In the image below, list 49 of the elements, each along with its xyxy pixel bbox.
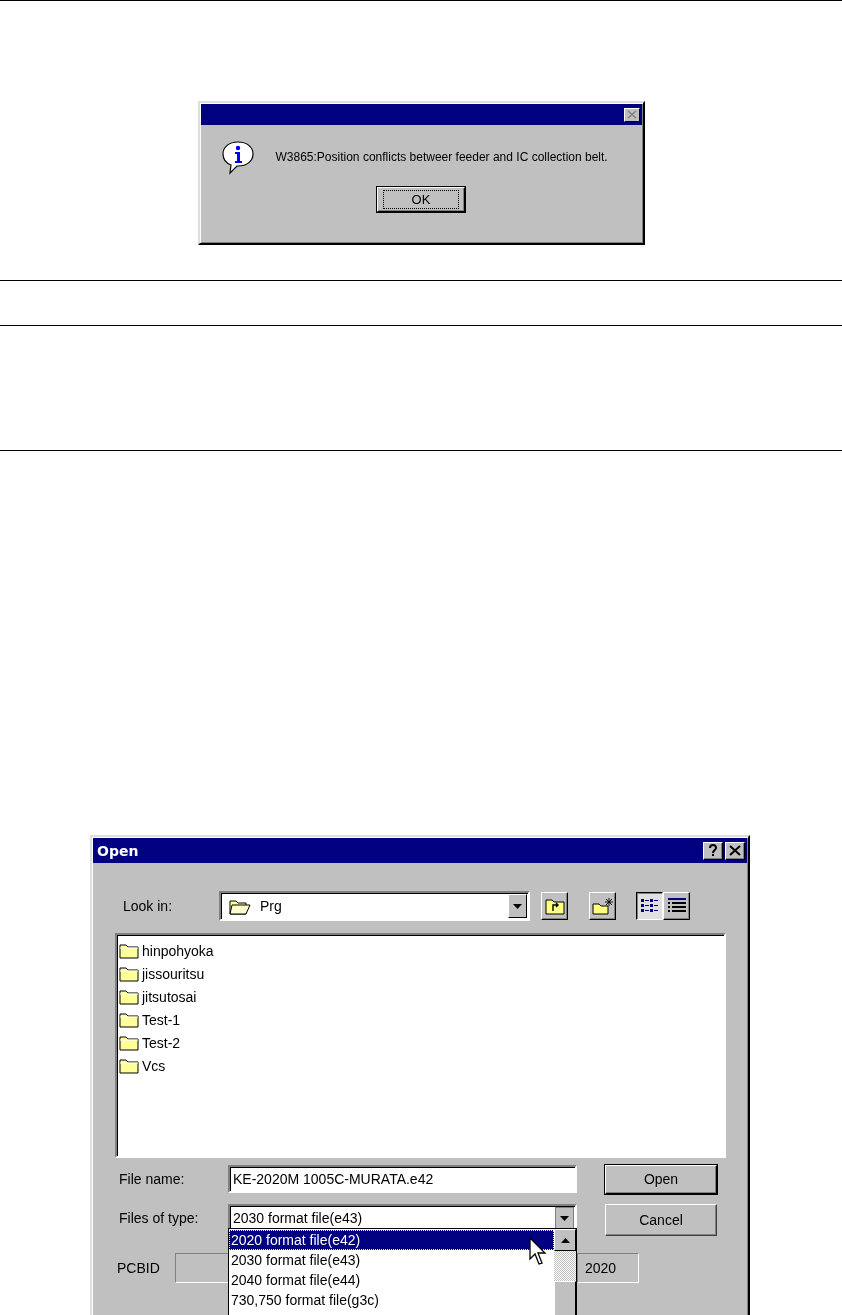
dropdown-option[interactable]: 730,750 format file(g3c)	[229, 1290, 554, 1310]
value-field: 2020	[577, 1253, 639, 1283]
folder-name[interactable]: Vcs	[142, 1057, 166, 1074]
folder-name[interactable]: hinpohyoka	[142, 942, 214, 959]
close-button[interactable]	[725, 841, 745, 860]
look-in-label: Look in:	[123, 898, 174, 914]
folder-icon	[119, 988, 139, 1005]
folder-icon	[119, 1034, 139, 1051]
details-view-button[interactable]	[663, 892, 690, 920]
look-in-dropdown[interactable]: Prg	[219, 891, 530, 921]
file-name-label: File name:	[119, 1171, 186, 1187]
details-view-icon	[667, 898, 686, 914]
help-button[interactable]	[703, 841, 723, 860]
up-folder-icon	[544, 897, 565, 915]
help-icon	[708, 844, 718, 857]
open-button[interactable]: Open	[605, 1164, 717, 1194]
message-text: W3865:Position conflicts betweer feeder and IC collection belt.	[275, 150, 608, 164]
dropdown-option[interactable]: 2030 format file(e43)	[229, 1250, 554, 1270]
folder-name[interactable]: Test-1	[142, 1011, 181, 1028]
window-title: Open	[97, 842, 139, 859]
up-arrow-icon	[560, 1237, 570, 1243]
folder-icon	[229, 897, 251, 915]
list-view-icon	[640, 898, 659, 914]
pcbid-label: PCBID	[117, 1260, 161, 1276]
folder-icon	[119, 1011, 139, 1028]
combo-value: Prg	[259, 898, 283, 914]
close-icon	[626, 110, 637, 119]
dropdown-option[interactable]: 2040 format file(e44)	[229, 1270, 554, 1290]
folder-name[interactable]: Test-2	[142, 1034, 181, 1051]
up-folder-button[interactable]	[541, 892, 568, 920]
file-name-field[interactable]: KE-2020M 1005C-MURATA.e42	[228, 1165, 577, 1193]
close-icon	[729, 845, 741, 856]
folder-name[interactable]: jitsutosai	[142, 988, 197, 1005]
scroll-up-button[interactable]	[554, 1229, 576, 1251]
folder-icon	[119, 1057, 139, 1074]
new-folder-icon	[591, 897, 614, 915]
mouse-pointer-icon	[529, 1237, 549, 1267]
folder-name[interactable]: jissouritsu	[142, 965, 205, 982]
ok-button[interactable]: OK	[377, 187, 465, 212]
combo-value: 2030 format file(e43)	[232, 1210, 364, 1226]
dropdown-option[interactable]: 2020 format file(e42)	[229, 1230, 554, 1250]
scrollbar[interactable]	[554, 1229, 576, 1315]
folder-icon	[119, 965, 139, 982]
info-icon	[219, 139, 256, 175]
list-view-button[interactable]	[636, 892, 663, 920]
folder-icon	[119, 942, 139, 959]
cancel-button[interactable]: Cancel	[605, 1204, 717, 1236]
files-of-type-label: Files of type:	[119, 1210, 200, 1226]
new-folder-button[interactable]	[589, 892, 616, 920]
